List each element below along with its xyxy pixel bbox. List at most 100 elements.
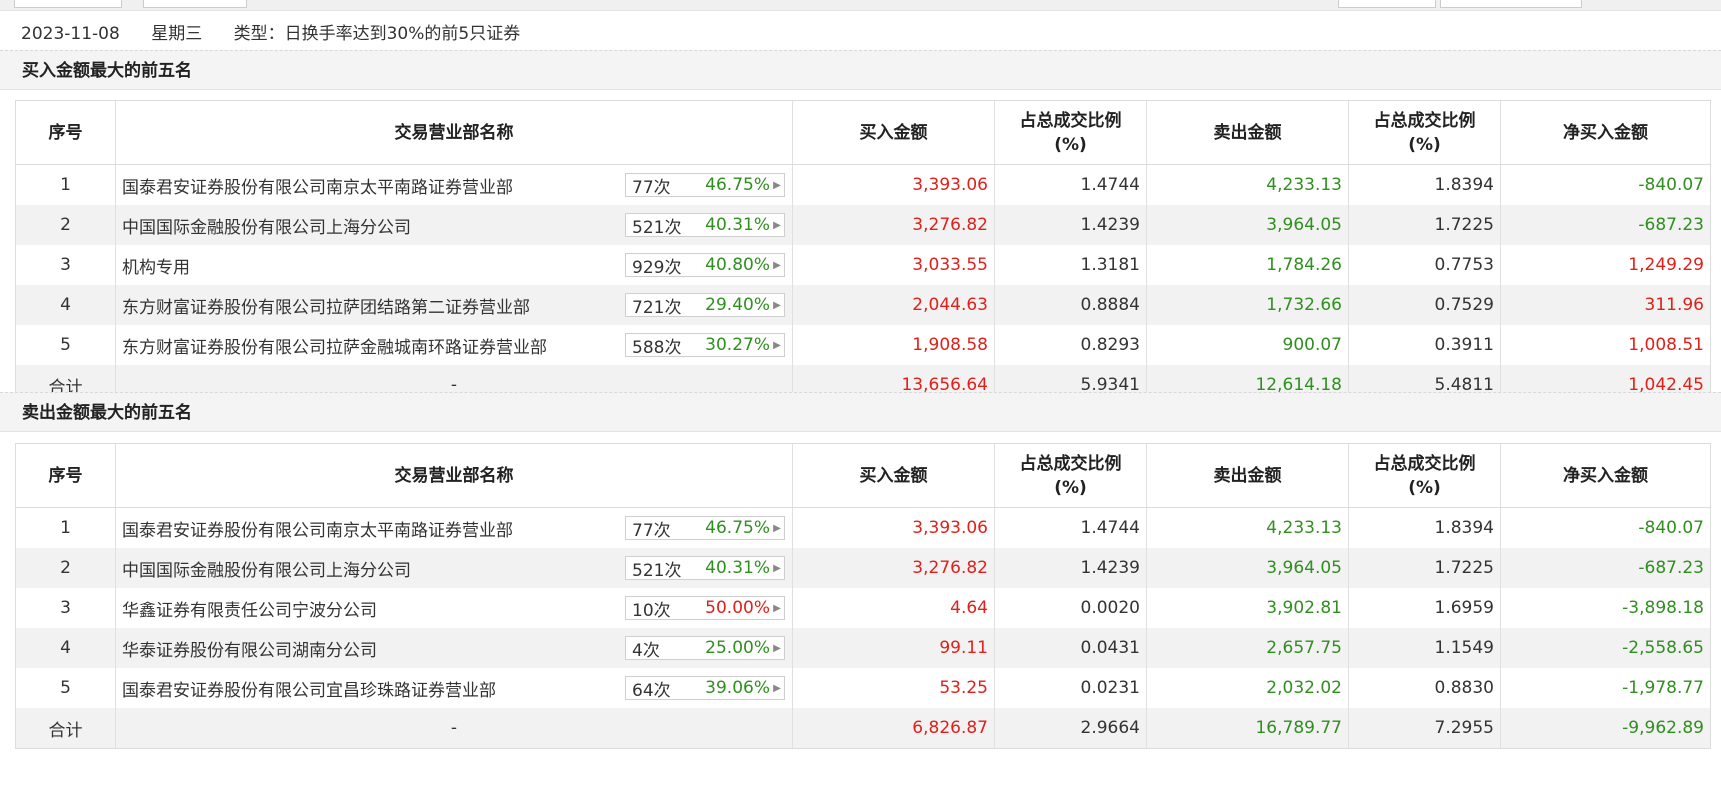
branch-stats-badge[interactable]: 521次 40.31% ▶ (625, 556, 785, 581)
header-buy: 买入金额 (793, 101, 995, 164)
row-index: 3 (16, 245, 116, 285)
header-ratio-2-l1: 占总成交比例 (1373, 110, 1476, 131)
branch-stats-badge[interactable]: 929次 40.80% ▶ (625, 253, 785, 278)
row-index: 5 (16, 668, 116, 708)
row-index: 1 (16, 508, 116, 548)
toolbar-button[interactable] (1440, 0, 1582, 8)
header-index: 序号 (16, 101, 116, 164)
chevron-right-icon: ▶ (773, 259, 781, 271)
header-net: 净买入金额 (1563, 465, 1648, 486)
sell-ratio: 1.7225 (1349, 205, 1501, 245)
branch-name[interactable]: 东方财富证券股份有限公司拉萨团结路第二证券营业部 (122, 293, 530, 318)
sell-ratio: 1.8394 (1349, 508, 1501, 548)
appearance-count: 64次 (632, 680, 671, 701)
row-index: 1 (16, 165, 116, 205)
header-ratio-2: 占总成交比例 (%) (1349, 444, 1501, 507)
buy-ratio: 0.0231 (995, 668, 1147, 708)
branch-name[interactable]: 国泰君安证券股份有限公司南京太平南路证券营业部 (122, 173, 513, 198)
table-row[interactable]: 2 中国国际金融股份有限公司上海分公司 521次 40.31% ▶ 3,276.82 1.4… (16, 205, 1710, 245)
chevron-right-icon: ▶ (773, 602, 781, 614)
row-index: 2 (16, 205, 116, 245)
type-text: 类型：日换手率达到30%的前5只证券 (233, 24, 521, 44)
success-rate: 50.00% (705, 598, 770, 618)
buy-ratio: 1.4239 (995, 205, 1147, 245)
branch-name-cell: 国泰君安证券股份有限公司南京太平南路证券营业部 77次 46.75% ▶ (116, 165, 793, 205)
header-sell: 卖出金额 (1147, 101, 1349, 164)
success-rate: 29.40% (705, 295, 770, 315)
top-toolbar-strip (0, 0, 1721, 11)
branch-stats-badge[interactable]: 77次 46.75% ▶ (625, 516, 785, 541)
branch-name[interactable]: 国泰君安证券股份有限公司南京太平南路证券营业部 (122, 516, 513, 541)
table-row[interactable]: 5 东方财富证券股份有限公司拉萨金融城南环路证券营业部 588次 30.27% ▶ 1,9… (16, 325, 1710, 365)
branch-name[interactable]: 中国国际金融股份有限公司上海分公司 (122, 213, 411, 238)
branch-stats-badge[interactable]: 4次 25.00% ▶ (625, 636, 785, 661)
header-ratio-1-l1: 占总成交比例 (1019, 453, 1122, 474)
total-label: 合计 (16, 708, 116, 748)
branch-stats-badge[interactable]: 64次 39.06% ▶ (625, 676, 785, 701)
table-row[interactable]: 5 国泰君安证券股份有限公司宜昌珍珠路证券营业部 64次 39.06% ▶ 53.25 0.… (16, 668, 1710, 708)
net-buy-amount: 1,249.29 (1628, 255, 1704, 275)
branch-name[interactable]: 国泰君安证券股份有限公司宜昌珍珠路证券营业部 (122, 676, 496, 701)
sell-amount: 1,784.26 (1147, 245, 1349, 285)
branch-name[interactable]: 华泰证券股份有限公司湖南分公司 (122, 636, 377, 661)
sell-amount: 2,032.02 (1147, 668, 1349, 708)
sell-ratio: 0.7529 (1349, 285, 1501, 325)
table-total-row: 合计 -6,826.87 2.9664 16,789.77 7.2955 -9,962.8… (16, 708, 1710, 748)
branch-name-cell: 东方财富证券股份有限公司拉萨团结路第二证券营业部 721次 29.40% ▶ (116, 285, 793, 325)
branch-name[interactable]: 华鑫证券有限责任公司宁波分公司 (122, 596, 377, 621)
branch-name[interactable]: 中国国际金融股份有限公司上海分公司 (122, 556, 411, 581)
table-top-sell: 序号 交易营业部名称 买入金额 占总成交比例 (%) 卖出金额 占总成交比例 (%) 净买入金额… (15, 443, 1711, 749)
sell-amount: 3,902.81 (1147, 588, 1349, 628)
buy-amount: 3,393.06 (793, 508, 995, 548)
branch-name-cell: 华泰证券股份有限公司湖南分公司 4次 25.00% ▶ (116, 628, 793, 668)
branch-name[interactable]: 机构专用 (122, 253, 190, 278)
success-rate: 40.80% (705, 255, 770, 275)
buy-amount: 99.11 (793, 628, 995, 668)
buy-amount: 53.25 (793, 668, 995, 708)
toolbar-button[interactable] (143, 0, 247, 8)
branch-name[interactable]: 东方财富证券股份有限公司拉萨金融城南环路证券营业部 (122, 333, 547, 358)
net-buy-amount: -2,558.65 (1622, 638, 1704, 658)
branch-name-cell: 机构专用 929次 40.80% ▶ (116, 245, 793, 285)
header-ratio-2-l2: (%) (1408, 477, 1441, 498)
table-row[interactable]: 2 中国国际金融股份有限公司上海分公司 521次 40.31% ▶ 3,276.82 1.4… (16, 548, 1710, 588)
header-net: 净买入金额 (1563, 122, 1648, 143)
branch-stats-badge[interactable]: 77次 46.75% ▶ (625, 173, 785, 198)
buy-ratio: 0.8293 (995, 325, 1147, 365)
header-ratio-2-l2: (%) (1408, 134, 1441, 155)
row-index: 5 (16, 325, 116, 365)
sell-amount: 900.07 (1147, 325, 1349, 365)
section-header-buy: 买入金额最大的前五名 (0, 50, 1721, 90)
buy-amount: 1,908.58 (793, 325, 995, 365)
branch-stats-badge[interactable]: 10次 50.00% ▶ (625, 596, 785, 621)
table-row[interactable]: 1 国泰君安证券股份有限公司南京太平南路证券营业部 77次 46.75% ▶ 3,393.… (16, 508, 1710, 548)
table-row[interactable]: 4 东方财富证券股份有限公司拉萨团结路第二证券营业部 721次 29.40% ▶ 2,04… (16, 285, 1710, 325)
branch-stats-badge[interactable]: 721次 29.40% ▶ (625, 293, 785, 318)
sell-ratio: 0.3911 (1349, 325, 1501, 365)
row-index: 3 (16, 588, 116, 628)
total-sell-ratio: 7.2955 (1349, 708, 1501, 748)
sell-ratio: 1.6959 (1349, 588, 1501, 628)
header-ratio-1: 占总成交比例 (%) (995, 444, 1147, 507)
buy-amount: 3,393.06 (793, 165, 995, 205)
buy-ratio: 0.0431 (995, 628, 1147, 668)
info-bar: 2023-11-08 星期三 类型：日换手率达到30%的前5只证券 (0, 18, 546, 50)
buy-amount: 4.64 (793, 588, 995, 628)
sell-amount: 3,964.05 (1147, 548, 1349, 588)
buy-ratio: 0.8884 (995, 285, 1147, 325)
total-buy: 6,826.87 (793, 708, 995, 748)
table-row[interactable]: 1 国泰君安证券股份有限公司南京太平南路证券营业部 77次 46.75% ▶ 3,393.… (16, 165, 1710, 205)
branch-stats-badge[interactable]: 588次 30.27% ▶ (625, 333, 785, 358)
toolbar-button[interactable] (1338, 0, 1436, 8)
sell-amount: 2,657.75 (1147, 628, 1349, 668)
table-row[interactable]: 4 华泰证券股份有限公司湖南分公司 4次 25.00% ▶ 99.11 0.0431 2,65… (16, 628, 1710, 668)
table-row[interactable]: 3 机构专用 929次 40.80% ▶ 3,033.55 1.3181 1,784.26 0.… (16, 245, 1710, 285)
row-index: 4 (16, 628, 116, 668)
buy-ratio: 1.4744 (995, 508, 1147, 548)
toolbar-button[interactable] (14, 0, 122, 8)
table-row[interactable]: 3 华鑫证券有限责任公司宁波分公司 10次 50.00% ▶ 4.64 0.0020 3,90… (16, 588, 1710, 628)
branch-stats-badge[interactable]: 521次 40.31% ▶ (625, 213, 785, 238)
section-header-sell: 卖出金额最大的前五名 (0, 392, 1721, 432)
buy-amount: 3,276.82 (793, 205, 995, 245)
chevron-right-icon: ▶ (773, 179, 781, 191)
